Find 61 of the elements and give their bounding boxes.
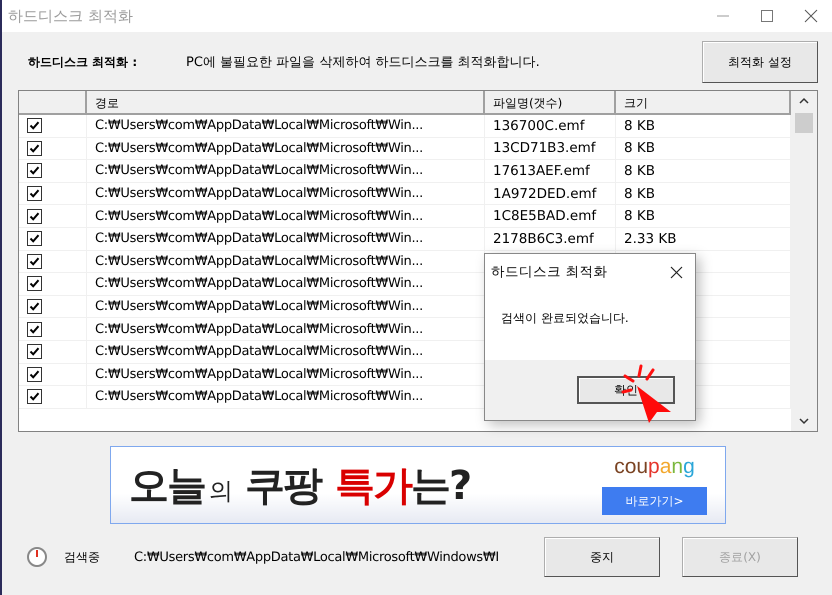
table-cell: 8 KB bbox=[624, 162, 655, 179]
table-cell: C:₩Users₩com₩AppData₩Local₩Microsoft₩Win... bbox=[95, 140, 423, 156]
table-cell: 2178B6C3.emf bbox=[493, 230, 594, 247]
column-header[interactable]: 파일명(갯수) bbox=[485, 91, 616, 113]
checkbox[interactable] bbox=[27, 186, 42, 202]
table-cell: C:₩Users₩com₩AppData₩Local₩Microsoft₩Win... bbox=[95, 208, 423, 224]
checkbox[interactable] bbox=[27, 231, 42, 246]
status-label: 검색중 bbox=[64, 548, 101, 566]
table-cell: C:₩Users₩com₩AppData₩Local₩Microsoft₩Win... bbox=[95, 276, 423, 292]
table-cell: 13CD71B3.emf bbox=[493, 140, 596, 156]
dialog-title: 하드디스크 최적화 bbox=[491, 263, 608, 281]
checkbox[interactable] bbox=[27, 163, 42, 178]
table-cell: C:₩Users₩com₩AppData₩Local₩Microsoft₩Win... bbox=[95, 322, 423, 337]
scrollbar[interactable] bbox=[791, 91, 817, 431]
scroll-up-icon[interactable] bbox=[799, 97, 809, 105]
table-cell: 1C8E5BAD.emf bbox=[493, 208, 596, 224]
table-cell: C:₩Users₩com₩AppData₩Local₩Microsoft₩Win... bbox=[95, 389, 423, 404]
header-description: PC에 불필요한 파일을 삭제하여 하드디스크를 최적화합니다. bbox=[186, 54, 541, 71]
close-icon[interactable] bbox=[804, 9, 818, 23]
timer-icon bbox=[26, 546, 48, 568]
table-cell: C:₩Users₩com₩AppData₩Local₩Microsoft₩Win... bbox=[95, 186, 423, 202]
checkbox[interactable] bbox=[27, 366, 42, 382]
checkbox[interactable] bbox=[27, 344, 42, 360]
table-cell: C:₩Users₩com₩AppData₩Local₩Microsoft₩Win... bbox=[95, 231, 423, 246]
table-cell: 136700C.emf bbox=[493, 118, 584, 134]
table-cell: 8 KB bbox=[624, 118, 655, 134]
scroll-thumb[interactable] bbox=[795, 113, 813, 133]
window-title: 하드디스크 최적화 bbox=[8, 6, 133, 26]
go-button[interactable]: 바로가기> bbox=[602, 487, 707, 515]
brand-logo: coupang bbox=[614, 455, 695, 479]
dialog-message: 검색이 완료되었습니다. bbox=[500, 310, 630, 327]
table-cell: C:₩Users₩com₩AppData₩Local₩Microsoft₩Win... bbox=[95, 344, 423, 360]
table-cell: 2.33 KB bbox=[624, 230, 676, 247]
table-cell: C:₩Users₩com₩AppData₩Local₩Microsoft₩Win... bbox=[95, 366, 423, 382]
close-icon[interactable] bbox=[670, 266, 683, 278]
ad-headline: 오늘 의 쿠팡 특가는? bbox=[129, 462, 470, 510]
settings-button[interactable]: 최적화 설정 bbox=[702, 41, 818, 83]
checkbox[interactable] bbox=[27, 254, 42, 269]
checkbox[interactable] bbox=[27, 389, 42, 404]
maximize-icon[interactable] bbox=[760, 9, 774, 23]
stop-button[interactable]: 중지 bbox=[544, 537, 660, 577]
header-label: 하드디스크 최적화 : bbox=[27, 54, 138, 70]
checkbox[interactable] bbox=[27, 322, 42, 337]
table-cell: C:₩Users₩com₩AppData₩Local₩Microsoft₩Win... bbox=[95, 299, 423, 314]
table-cell: 8 KB bbox=[624, 208, 655, 224]
table-cell: C:₩Users₩com₩AppData₩Local₩Microsoft₩Win... bbox=[95, 254, 423, 269]
checkbox[interactable] bbox=[27, 208, 42, 224]
ad-banner[interactable]: 오늘 의 쿠팡 특가는? coupang 바로가기> bbox=[110, 446, 726, 524]
table-cell: 17613AEF.emf bbox=[493, 162, 590, 179]
checkbox[interactable] bbox=[27, 140, 42, 156]
table-cell: 1A972DED.emf bbox=[493, 186, 596, 202]
checkbox[interactable] bbox=[27, 276, 42, 292]
column-header[interactable]: 경로 bbox=[87, 91, 485, 113]
scroll-down-icon[interactable] bbox=[799, 417, 809, 425]
table-cell: C:₩Users₩com₩AppData₩Local₩Microsoft₩Win... bbox=[95, 163, 423, 178]
table-cell: 8 KB bbox=[624, 140, 655, 156]
status-path: C:₩Users₩com₩AppData₩Local₩Microsoft₩Windows₩I bbox=[134, 550, 500, 564]
checkbox[interactable] bbox=[27, 118, 42, 134]
table-cell: 8 KB bbox=[624, 186, 655, 202]
table-cell: C:₩Users₩com₩AppData₩Local₩Microsoft₩Win... bbox=[95, 118, 423, 134]
checkbox[interactable] bbox=[27, 299, 42, 314]
